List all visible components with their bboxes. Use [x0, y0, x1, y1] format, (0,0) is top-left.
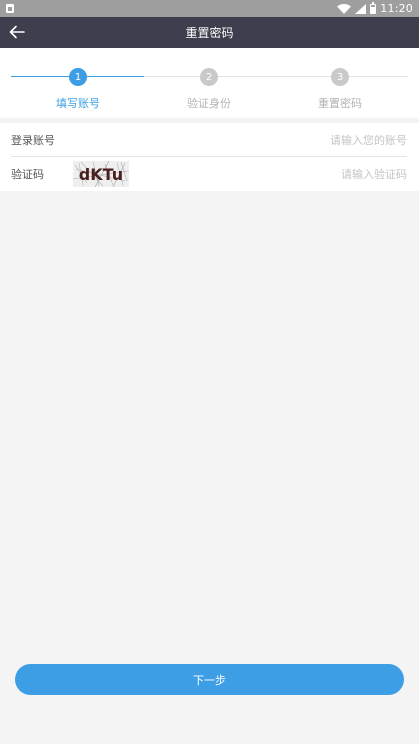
battery-icon — [370, 1, 377, 14]
step-1-label: 填写账号 — [56, 97, 100, 110]
next-step-button[interactable]: 下一步 — [15, 664, 404, 695]
form-divider — [11, 156, 407, 157]
page-title: 重置密码 — [185, 26, 234, 40]
back-button[interactable] — [6, 21, 28, 43]
account-row: 登录账号 — [0, 123, 419, 157]
sim-card-icon — [6, 4, 14, 13]
app-header: 重置密码 — [0, 17, 419, 48]
step-2: 2 验证身份 — [164, 68, 254, 111]
status-time: 11:20 — [380, 2, 413, 15]
status-right: 11:20 — [337, 1, 413, 15]
arrow-left-icon — [9, 25, 25, 39]
captcha-text: dKTu — [79, 165, 123, 184]
captcha-input[interactable] — [227, 164, 407, 184]
account-label: 登录账号 — [11, 134, 55, 147]
account-input[interactable] — [187, 130, 407, 150]
wifi-icon — [337, 3, 352, 14]
step-3: 3 重置密码 — [295, 68, 385, 111]
signal-icon — [355, 3, 367, 14]
step-1-number: 1 — [69, 68, 87, 86]
step-2-number: 2 — [200, 68, 218, 86]
step-2-label: 验证身份 — [187, 97, 231, 110]
step-3-number: 3 — [331, 68, 349, 86]
step-1: 1 填写账号 — [33, 68, 123, 111]
step-progress: 1 填写账号 2 验证身份 3 重置密码 — [0, 48, 419, 118]
captcha-label: 验证码 — [11, 168, 44, 181]
captcha-row: 验证码 dKTu — [0, 157, 419, 191]
captcha-image[interactable]: dKTu — [73, 161, 129, 187]
account-form: 登录账号 验证码 dKTu — [0, 123, 419, 191]
status-left — [6, 4, 14, 13]
step-3-label: 重置密码 — [318, 97, 362, 110]
captcha-svg: dKTu — [73, 161, 129, 187]
status-bar: 11:20 — [0, 0, 419, 17]
